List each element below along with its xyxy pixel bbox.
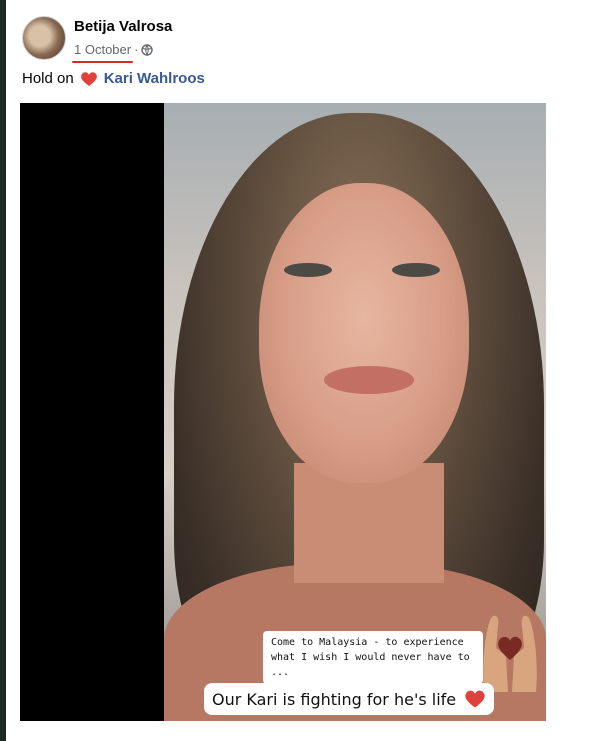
photo-black-bar xyxy=(20,103,164,721)
post-text: Hold on Kari Wahlroos xyxy=(22,70,205,87)
heart-icon xyxy=(465,690,485,708)
post-text-prefix: Hold on xyxy=(22,70,74,87)
avatar[interactable] xyxy=(22,16,66,60)
image-caption-big: Our Kari is fighting for he's life xyxy=(204,683,495,715)
mention-link[interactable]: Kari Wahlroos xyxy=(104,70,205,87)
heart-icon xyxy=(80,71,97,86)
image-caption-big-text: Our Kari is fighting for he's life xyxy=(212,689,457,709)
post-meta: 1 October · xyxy=(71,42,154,63)
window-left-edge xyxy=(0,0,6,741)
portrait-eye-left xyxy=(284,263,332,277)
meta-separator: · xyxy=(134,42,139,57)
author-name[interactable]: Betija Valrosa xyxy=(74,18,172,35)
post-date[interactable]: 1 October xyxy=(71,42,134,63)
globe-icon xyxy=(141,43,154,56)
portrait-eye-right xyxy=(392,263,440,277)
portrait-lips xyxy=(324,366,414,394)
hands-heart-icon xyxy=(483,615,537,692)
post-photo[interactable]: Come to Malaysia - to experience what I … xyxy=(20,103,546,721)
image-caption-small: Come to Malaysia - to experience what I … xyxy=(263,631,483,684)
portrait-face xyxy=(259,183,469,483)
